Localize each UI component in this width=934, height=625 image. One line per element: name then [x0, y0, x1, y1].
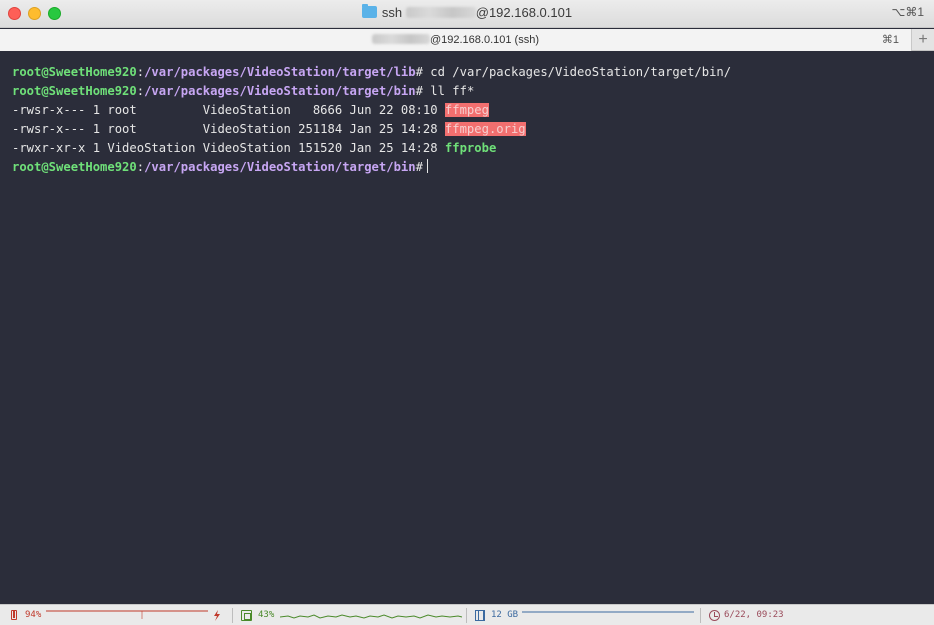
text-cursor: [426, 159, 428, 173]
battery-value: 94%: [25, 610, 42, 620]
prompt-symbol: #: [415, 84, 423, 98]
window-title-prefix: ssh: [381, 5, 403, 20]
cpu-graph: [280, 614, 463, 619]
tab-label: @192.168.0.101 (ssh): [429, 34, 539, 46]
window-shortcut: ⌥⌘1: [891, 5, 924, 19]
battery-graph: [46, 610, 220, 621]
memory-icon: [475, 610, 485, 621]
prompt-separator: :: [136, 160, 145, 174]
status-divider: [466, 608, 467, 623]
tab-ssh-session[interactable]: @192.168.0.101 (ssh) ⌘1: [0, 29, 912, 51]
memory-graph: [522, 611, 694, 613]
clock-value: 6/22, 09:23: [724, 610, 784, 620]
file-listing-row: -rwxr-xr-x 1 VideoStation VideoStation 1…: [12, 139, 922, 158]
status-bar: 94% 43% 12 GB 6/22, 09:23: [0, 604, 934, 625]
prompt-separator: :: [136, 84, 145, 98]
file-listing-row: -rwsr-x--- 1 root VideoStation 251184 Ja…: [12, 120, 922, 139]
terminal-line: root@SweetHome920:/var/packages/VideoSta…: [12, 63, 922, 82]
charging-bolt-icon: [214, 610, 220, 621]
prompt-user: root@SweetHome920: [12, 84, 137, 98]
prompt-path: /var/packages/VideoStation/target/bin: [144, 160, 416, 174]
status-divider: [232, 608, 233, 623]
prompt-separator: :: [136, 65, 145, 79]
terminal-line: root@SweetHome920:/var/packages/VideoSta…: [12, 82, 922, 101]
file-name-executable: ffprobe: [444, 141, 497, 155]
prompt-user: root@SweetHome920: [12, 65, 137, 79]
prompt-user: root@SweetHome920: [12, 160, 137, 174]
file-attributes: -rwsr-x--- 1 root VideoStation 251184 Ja…: [12, 122, 445, 136]
file-name-suid: ffmpeg.orig: [444, 122, 526, 136]
prompt-symbol: #: [415, 160, 423, 174]
cpu-icon: [241, 610, 252, 621]
tab-bar: @192.168.0.101 (ssh) ⌘1 +: [0, 29, 934, 51]
tab-shortcut: ⌘1: [881, 34, 899, 46]
file-name-suid: ffmpeg: [444, 103, 489, 117]
redacted-tab-username: [371, 34, 430, 44]
window-titlebar[interactable]: ssh @192.168.0.101 ⌥⌘1: [0, 0, 934, 28]
new-tab-button[interactable]: +: [912, 29, 934, 51]
prompt-path: /var/packages/VideoStation/target/bin: [144, 84, 416, 98]
redacted-username: [405, 7, 476, 18]
memory-value: 12 GB: [491, 610, 519, 620]
file-attributes: -rwxr-xr-x 1 VideoStation VideoStation 1…: [12, 141, 445, 155]
terminal-output[interactable]: root@SweetHome920:/var/packages/VideoSta…: [0, 52, 934, 604]
status-divider: [700, 608, 701, 623]
window-title-host: @192.168.0.101: [475, 5, 573, 20]
terminal-line: root@SweetHome920:/var/packages/VideoSta…: [12, 158, 922, 177]
prompt-symbol: #: [415, 65, 423, 79]
command-text: cd /var/packages/VideoStation/target/bin…: [422, 65, 732, 79]
folder-icon: [361, 4, 377, 18]
window-title: ssh @192.168.0.101: [0, 4, 934, 20]
clock-icon: [709, 610, 720, 621]
file-attributes: -rwsr-x--- 1 root VideoStation 8666 Jun …: [12, 103, 445, 117]
battery-icon: [11, 610, 17, 620]
command-text: ll ff*: [422, 84, 475, 98]
prompt-path: /var/packages/VideoStation/target/lib: [144, 65, 416, 79]
file-listing-row: -rwsr-x--- 1 root VideoStation 8666 Jun …: [12, 101, 922, 120]
cpu-value: 43%: [258, 610, 275, 620]
